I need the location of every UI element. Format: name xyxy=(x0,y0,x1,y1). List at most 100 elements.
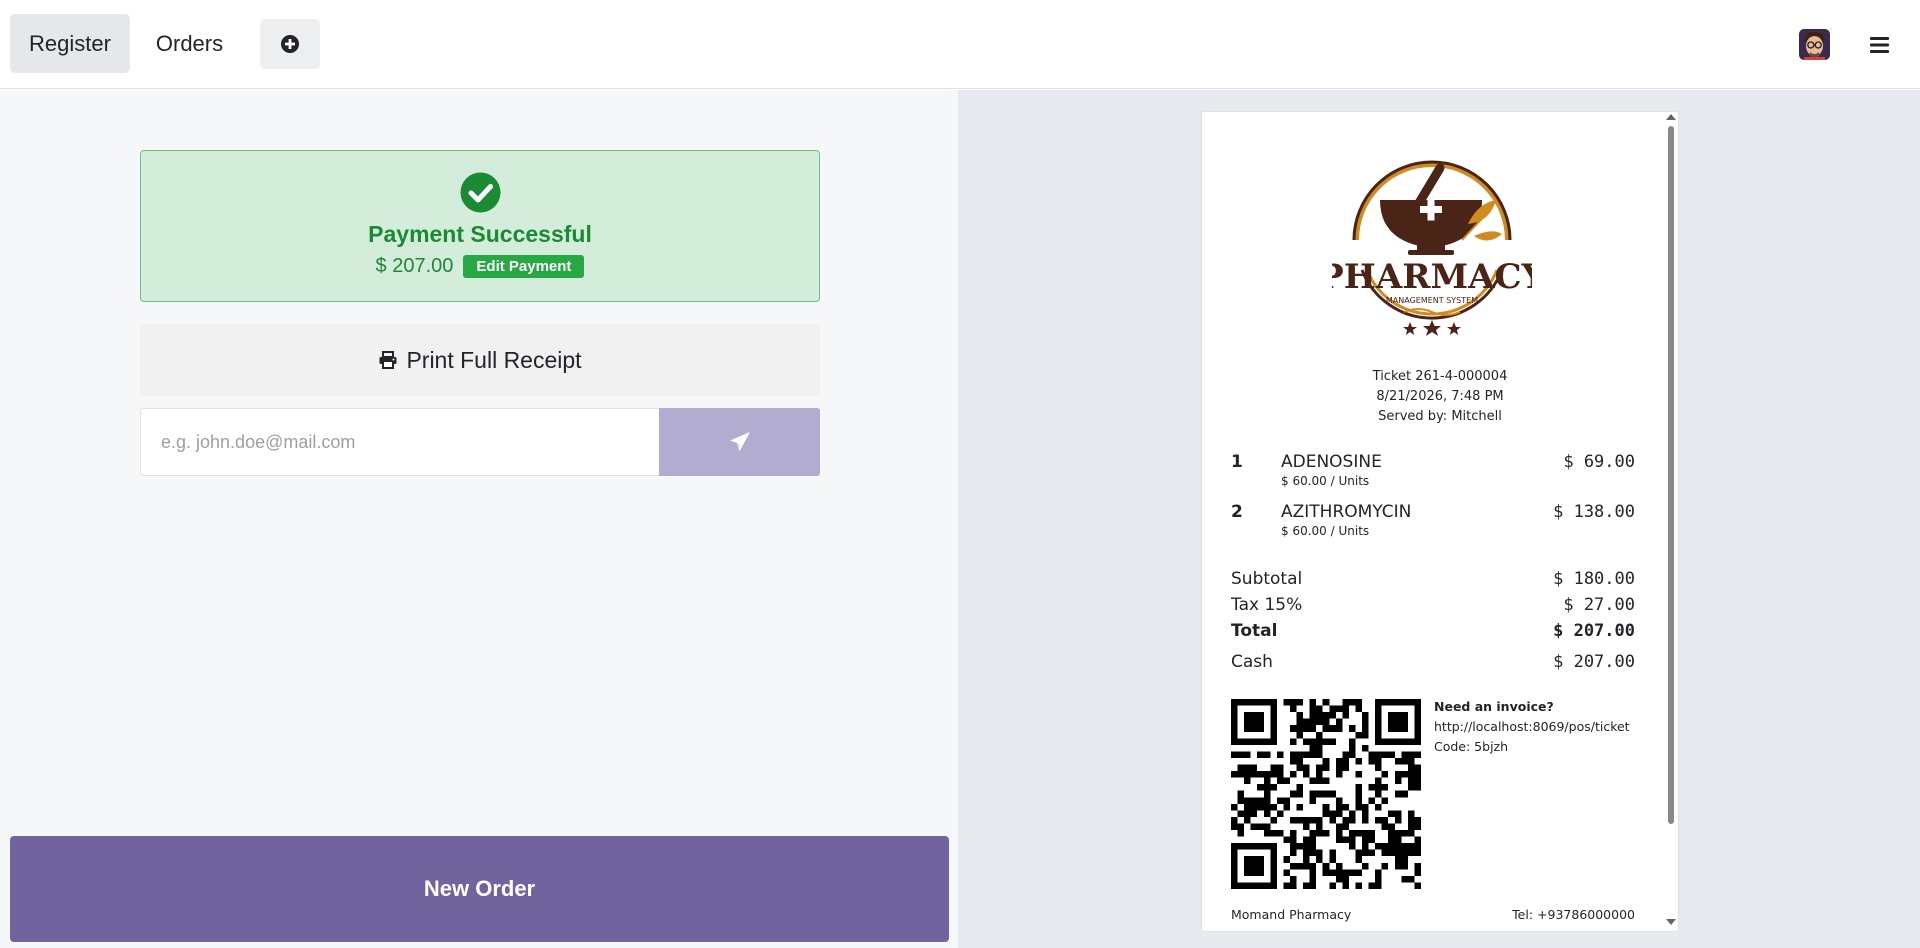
qr-module xyxy=(1316,856,1323,863)
qr-module xyxy=(1237,764,1245,772)
qr-module xyxy=(1388,712,1395,719)
qr-module xyxy=(1388,810,1395,817)
qr-module xyxy=(1375,843,1382,850)
qr-module xyxy=(1316,712,1323,719)
qr-module xyxy=(1414,751,1421,758)
qr-module xyxy=(1316,771,1323,778)
qr-module xyxy=(1362,849,1369,857)
qr-module xyxy=(1309,836,1317,844)
qr-module xyxy=(1381,784,1389,791)
qr-module xyxy=(1263,790,1271,798)
scroll-thumb[interactable] xyxy=(1668,126,1674,824)
qr-module xyxy=(1414,777,1421,785)
qr-module xyxy=(1257,699,1264,706)
qr-module xyxy=(1401,843,1408,850)
qr-module xyxy=(1362,836,1369,844)
qr-module xyxy=(1348,738,1356,745)
edit-payment-button[interactable]: Edit Payment xyxy=(463,255,585,278)
qr-module xyxy=(1368,757,1376,765)
qr-module xyxy=(1322,757,1330,765)
line-qty: 1 xyxy=(1231,452,1243,472)
qr-module xyxy=(1368,751,1376,758)
tab-orders[interactable]: Orders xyxy=(137,14,242,73)
qr-module xyxy=(1316,777,1323,785)
qr-module xyxy=(1237,810,1245,817)
qr-module xyxy=(1309,790,1317,798)
qr-module xyxy=(1303,725,1310,732)
qr-module xyxy=(1388,718,1395,726)
qr-module xyxy=(1375,803,1382,811)
avatar-icon xyxy=(1799,29,1830,60)
qr-module xyxy=(1401,830,1408,837)
qr-module xyxy=(1296,751,1304,758)
menu-button[interactable] xyxy=(1868,30,1892,60)
qr-module xyxy=(1329,816,1336,824)
qr-module xyxy=(1335,836,1343,844)
qr-module xyxy=(1276,771,1284,778)
qr-module xyxy=(1407,823,1415,831)
qr-module xyxy=(1355,856,1363,863)
qr-module xyxy=(1231,705,1238,713)
tab-register[interactable]: Register xyxy=(10,14,130,73)
qr-module xyxy=(1296,862,1304,870)
payment-amount-row: $ 207.00 Edit Payment xyxy=(141,255,819,278)
qr-module xyxy=(1401,849,1408,857)
new-order-label: New Order xyxy=(423,876,536,901)
scroll-down-arrow-icon[interactable] xyxy=(1666,919,1676,925)
qr-module xyxy=(1362,744,1369,752)
qr-module xyxy=(1355,830,1363,837)
qr-module xyxy=(1276,764,1284,772)
qr-module xyxy=(1375,784,1382,791)
qr-module xyxy=(1407,699,1415,706)
qr-module xyxy=(1335,725,1343,732)
invoice-title: Need an invoice? xyxy=(1434,699,1554,714)
qr-module xyxy=(1244,797,1251,804)
qr-module xyxy=(1309,712,1317,719)
logo-subtitle: MANAGEMENT SYSTEM xyxy=(1386,296,1478,305)
qr-module xyxy=(1270,830,1277,837)
qr-module xyxy=(1237,738,1245,745)
qr-module xyxy=(1414,764,1421,772)
qr-module xyxy=(1309,830,1317,837)
user-avatar[interactable] xyxy=(1799,29,1830,60)
add-order-button[interactable] xyxy=(260,19,320,69)
qr-module xyxy=(1244,738,1251,745)
qr-module xyxy=(1322,718,1330,726)
send-email-button[interactable] xyxy=(659,408,820,476)
qr-module xyxy=(1309,699,1317,706)
invoice-code: Code: 5bjzh xyxy=(1434,739,1509,754)
scroll-up-arrow-icon[interactable] xyxy=(1666,114,1676,120)
qr-module xyxy=(1257,823,1264,831)
line-price: $ 138.00 xyxy=(1553,502,1635,522)
qr-module xyxy=(1342,705,1349,713)
qr-module xyxy=(1257,862,1264,870)
qr-module xyxy=(1231,862,1238,870)
qr-module xyxy=(1289,849,1297,857)
qr-module xyxy=(1244,712,1251,719)
receipt-scrollbar[interactable] xyxy=(1663,112,1677,931)
qr-module xyxy=(1414,816,1421,824)
qr-module xyxy=(1388,738,1395,745)
qr-module xyxy=(1270,731,1277,739)
qr-module xyxy=(1362,731,1369,739)
qr-module xyxy=(1257,882,1264,889)
qr-module xyxy=(1368,830,1376,837)
paper-plane-icon xyxy=(729,432,750,452)
qr-module xyxy=(1289,862,1297,870)
payment-status-title: Payment Successful xyxy=(368,221,592,247)
qr-module xyxy=(1407,777,1415,785)
qr-module xyxy=(1276,751,1284,758)
qr-module xyxy=(1388,699,1395,706)
qr-module xyxy=(1309,751,1317,758)
qr-module xyxy=(1231,875,1238,883)
line-unit-price: $ 60.00 / Units xyxy=(1281,524,1370,538)
new-order-button[interactable]: New Order xyxy=(10,836,949,942)
qr-module xyxy=(1329,882,1336,889)
qr-module xyxy=(1401,875,1408,883)
print-receipt-button[interactable]: Print Full Receipt xyxy=(140,324,820,396)
qr-module xyxy=(1401,751,1408,758)
qr-module xyxy=(1394,790,1402,798)
qr-module xyxy=(1303,882,1310,889)
qr-module xyxy=(1283,797,1290,804)
email-input[interactable] xyxy=(140,408,660,476)
